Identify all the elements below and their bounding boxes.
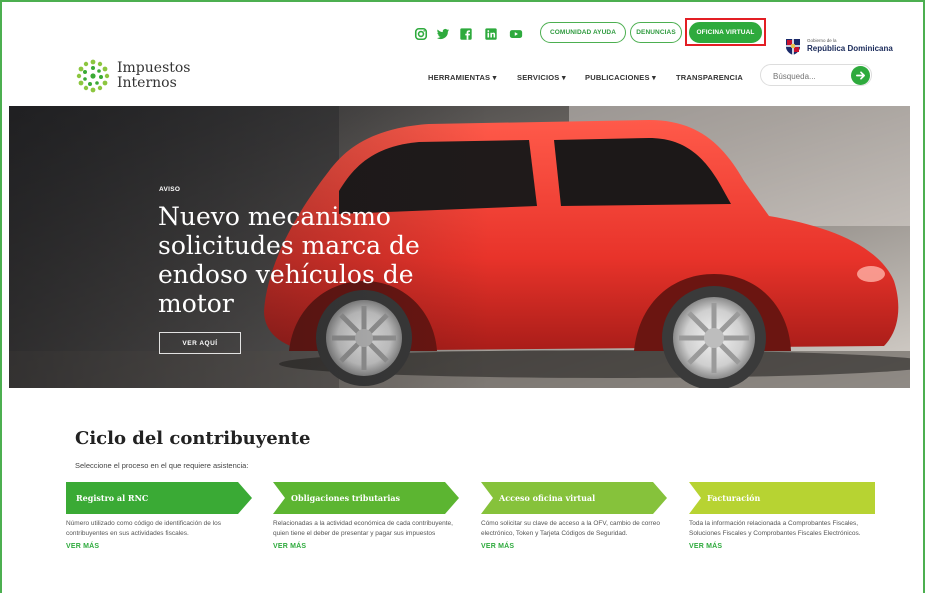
step-more-link[interactable]: VER MÁS [66, 543, 252, 550]
step-description: Toda la información relacionada a Compro… [689, 520, 861, 537]
utility-bar: COMUNIDAD AYUDA DENUNCIAS OFICINA VIRTUA… [0, 14, 925, 56]
twitter-icon[interactable] [435, 26, 451, 42]
search-input[interactable] [773, 69, 843, 83]
community-help-button[interactable]: COMUNIDAD AYUDA [540, 22, 626, 43]
search-box [760, 64, 872, 86]
step-title: Obligaciones tributarias [291, 493, 401, 503]
step-obligaciones[interactable]: Obligaciones tributarias Relacionadas a … [273, 482, 459, 550]
hero-banner: AVISO Nuevo mecanismo solicitudes marca … [9, 106, 910, 388]
step-registro-rnc[interactable]: Registro al RNC Número utilizado como có… [66, 482, 252, 550]
chevron-down-icon: ▾ [561, 73, 566, 82]
instagram-icon[interactable] [413, 26, 429, 42]
hero-tag: AVISO [159, 186, 181, 193]
logo-line-2: Internos [117, 75, 177, 91]
step-title: Facturación [707, 493, 761, 503]
facebook-icon[interactable] [458, 26, 474, 42]
youtube-icon[interactable] [508, 26, 524, 42]
step-facturacion[interactable]: Facturación Toda la información relacion… [689, 482, 875, 550]
chevron-down-icon: ▾ [651, 73, 656, 82]
nav-transparencia[interactable]: TRANSPARENCIA [676, 73, 743, 82]
step-description: Número utilizado como código de identifi… [66, 520, 222, 537]
complaints-button[interactable]: DENUNCIAS [630, 22, 682, 43]
logo-line-1: Impuestos [117, 60, 191, 76]
site-logo[interactable]: Impuestos Internos [75, 58, 191, 94]
government-badge[interactable]: Gobierno de la República Dominicana [784, 36, 893, 56]
search-submit-button[interactable] [851, 66, 870, 85]
arrow-right-icon [856, 71, 865, 80]
linkedin-icon[interactable] [483, 26, 499, 42]
step-more-link[interactable]: VER MÁS [273, 543, 459, 550]
section-title: Ciclo del contribuyente [75, 428, 311, 449]
section-subtitle: Seleccione el proceso en el que requiere… [75, 461, 249, 470]
highlight-annotation [685, 18, 766, 46]
nav-publicaciones[interactable]: PUBLICACIONES ▾ [585, 73, 656, 82]
nav-servicios[interactable]: SERVICIOS ▾ [517, 73, 566, 82]
logo-mark-icon [76, 59, 110, 93]
step-title: Registro al RNC [76, 493, 149, 503]
step-description: Relacionadas a la actividad económica de… [273, 520, 453, 537]
hero-see-here-button[interactable]: VER AQUÍ [159, 332, 241, 354]
step-oficina-virtual[interactable]: Acceso oficina virtual Cómo solicitar su… [481, 482, 667, 550]
step-more-link[interactable]: VER MÁS [481, 543, 667, 550]
step-title: Acceso oficina virtual [499, 493, 596, 503]
government-name: República Dominicana [807, 43, 893, 53]
coat-of-arms-icon [786, 39, 800, 55]
step-description: Cómo solicitar su clave de acceso a la O… [481, 520, 660, 537]
step-more-link[interactable]: VER MÁS [689, 543, 875, 550]
hero-title: Nuevo mecanismo solicitudes marca de end… [158, 202, 420, 318]
chevron-down-icon: ▾ [492, 73, 497, 82]
nav-herramientas[interactable]: HERRAMIENTAS ▾ [428, 73, 497, 82]
